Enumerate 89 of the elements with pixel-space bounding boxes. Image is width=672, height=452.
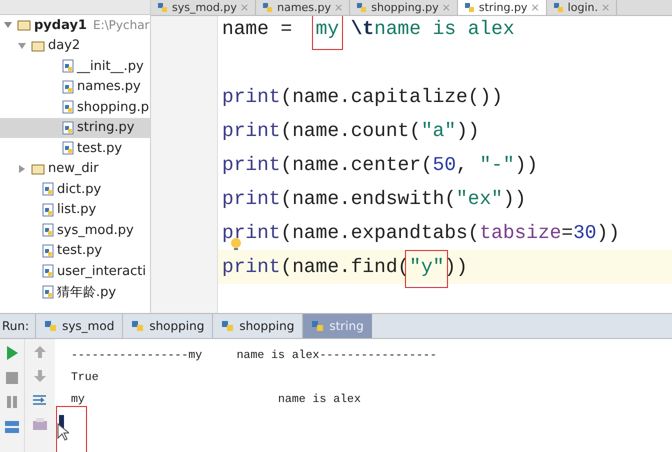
tree-item[interactable]: user_interacti (0, 261, 150, 282)
python-file-icon (356, 2, 368, 12)
editor-tab[interactable]: names.py × (256, 0, 350, 15)
python-file-icon (262, 2, 274, 12)
run-tab[interactable]: shopping (122, 314, 212, 338)
tree-item[interactable]: sys_mod.py (0, 220, 150, 240)
tree-item[interactable]: test.py (0, 240, 150, 261)
python-file-icon (42, 244, 54, 258)
code-text: )) (456, 120, 480, 142)
python-file-icon (62, 59, 74, 74)
soft-wrap-icon[interactable] (32, 393, 48, 407)
python-file-icon (42, 264, 54, 278)
folder-icon (31, 162, 45, 175)
python-file-icon (157, 2, 169, 12)
code-text: = (561, 222, 574, 244)
code-text: \t (350, 18, 374, 40)
tree-item[interactable]: dict.py (0, 179, 150, 200)
tree-item[interactable]: names.py (0, 76, 150, 97)
pause-icon[interactable] (5, 395, 19, 409)
editor-tab[interactable]: sys_mod.py × (151, 0, 256, 15)
project-path: E:\Pychar (92, 18, 150, 32)
code-text: )) (596, 222, 620, 244)
down-arrow-icon[interactable] (33, 369, 47, 383)
folder-icon (17, 19, 31, 32)
layout-icon[interactable] (4, 419, 20, 435)
tree-item[interactable]: __init__.py (0, 56, 150, 76)
code-text: (name.find( (280, 256, 410, 278)
tree-item[interactable]: new_dir (0, 158, 150, 179)
code-text: my (316, 18, 340, 40)
tree-item[interactable]: test.py (0, 138, 150, 158)
mouse-pointer-icon (57, 423, 69, 441)
expand-arrow-icon[interactable] (4, 21, 14, 30)
expand-arrow-icon[interactable] (18, 42, 28, 50)
code-text: "-" (479, 154, 515, 176)
code-text: print (222, 256, 281, 278)
print-icon[interactable] (32, 417, 48, 433)
tree-item[interactable]: day2 (0, 36, 150, 56)
code-text: 30 (573, 222, 596, 244)
tree-item[interactable]: 猜年龄.py (0, 282, 150, 302)
code-text: name = (222, 18, 294, 40)
python-file-icon (62, 80, 74, 94)
console-output: my name is alex (71, 392, 362, 408)
code-text: (name.count( (280, 120, 421, 142)
python-file-icon (42, 202, 54, 217)
editor-tab[interactable]: shopping.py × (350, 0, 458, 15)
tree-item[interactable]: list.py (0, 200, 150, 220)
code-text: "y" (409, 256, 444, 278)
code-text: name is alex (374, 18, 515, 40)
code-text: (name.center( (280, 154, 433, 176)
code-text: (name.capitalize()) (280, 86, 503, 108)
python-icon (221, 320, 236, 332)
code-text: )) (502, 188, 526, 210)
python-icon (131, 320, 146, 332)
folder-icon (31, 40, 45, 52)
code-text: )) (514, 154, 538, 176)
editor-tab[interactable]: login. × (546, 0, 618, 15)
code-text: , (456, 154, 469, 176)
python-file-icon (62, 100, 74, 114)
python-icon (311, 320, 326, 332)
tree-item[interactable]: pyday1 E:\Pychar (0, 15, 150, 36)
python-file-icon (552, 2, 565, 12)
code-text: print (222, 120, 281, 142)
run-icon[interactable] (5, 345, 19, 361)
console-output: -----------------my name is alex----------------- (71, 348, 438, 364)
python-file-icon (42, 223, 54, 238)
code-text: (name.endswith( (280, 188, 456, 210)
code-text: print (222, 188, 281, 210)
tree-item[interactable]: shopping.p (0, 97, 150, 118)
code-text: print (222, 86, 281, 108)
python-file-icon (464, 2, 476, 12)
run-tab[interactable]: sys_mod (35, 314, 122, 338)
code-text: (name.expandtabs( (280, 222, 480, 244)
console-output: True (71, 370, 100, 386)
code-text: tabsize (479, 222, 562, 244)
python-file-icon (62, 141, 74, 156)
code-text: print (222, 222, 281, 244)
run-label: Run: (1, 319, 30, 333)
tree-item[interactable]: string.py (0, 118, 150, 138)
code-text: print (222, 154, 281, 176)
python-file-icon (42, 284, 54, 299)
up-arrow-icon[interactable] (33, 345, 47, 359)
python-file-icon (42, 182, 54, 196)
python-icon (44, 320, 58, 332)
code-text: 50 (432, 154, 456, 176)
python-file-icon (62, 120, 74, 135)
code-text: "a" (420, 120, 456, 142)
code-text: "ex" (456, 188, 503, 210)
stop-icon[interactable] (5, 371, 19, 385)
editor-tab[interactable]: string.py × (458, 0, 547, 15)
